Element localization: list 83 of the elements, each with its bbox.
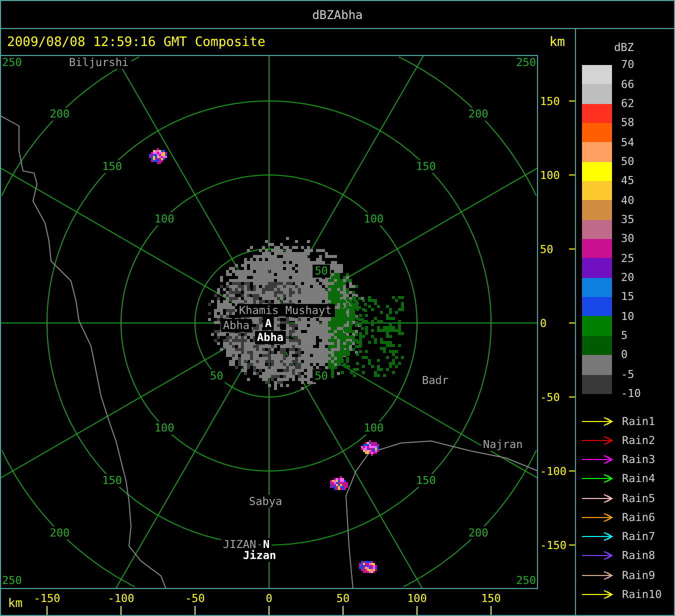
tick-mark [568, 396, 575, 398]
axis-label: 100 [540, 169, 560, 182]
tick-mark [194, 606, 196, 615]
scale-label: 70 [621, 57, 636, 74]
track-label: Rain6 [622, 510, 656, 524]
track-label: Rain3 [622, 453, 656, 466]
axis-label: 0 [266, 592, 272, 605]
storm-cell-drawing [149, 148, 167, 164]
place-label: Khamis_Mushayt [237, 304, 335, 317]
place-label: Badr [420, 374, 451, 387]
legend-title: dBZ [614, 41, 634, 55]
range-label: 50 [312, 369, 330, 382]
scale-label: 45 [621, 173, 636, 190]
scale-label: 15 [621, 289, 636, 306]
scale-label: 66 [621, 76, 636, 93]
range-label: 200 [466, 108, 490, 121]
tick-mark [568, 174, 575, 176]
unit-label: km [549, 34, 565, 50]
place-label: JIZAN [221, 538, 258, 551]
axis-label: 100 [407, 592, 427, 605]
axis-label: -100 [108, 592, 134, 605]
axis-unit: km [8, 596, 22, 610]
tick-mark [568, 100, 575, 102]
place-label: Biljurshi [67, 56, 132, 69]
tick-mark [568, 248, 575, 250]
axis-label: 0 [540, 317, 547, 330]
axis-label: 50 [336, 592, 350, 605]
tick-mark [46, 606, 48, 615]
scale-label: -5 [621, 366, 636, 383]
track-label: Rain8 [622, 549, 656, 562]
tick-mark [268, 606, 270, 615]
range-label: 250 [1, 56, 24, 69]
scale-label: 58 [621, 115, 636, 132]
tick-mark [568, 470, 575, 472]
axis-label: -150 [540, 539, 566, 552]
axis-label: 50 [540, 243, 554, 256]
axis-label: -150 [34, 592, 60, 605]
storm-cell-drawing [330, 476, 348, 490]
scale-label: 35 [621, 212, 636, 228]
place-label: Abha [221, 319, 252, 332]
axis-label: -100 [540, 465, 566, 478]
timestamp-label: 2009/08/08 12:59:16 GMT Composite [7, 34, 266, 50]
storm-cell-drawing [361, 440, 379, 456]
scale-label: 62 [621, 96, 636, 112]
axis-label: 150 [540, 95, 560, 108]
range-label: 200 [466, 526, 490, 540]
axis-label: -50 [185, 592, 205, 605]
track-label: Rain10 [622, 588, 662, 601]
storm-cell-drawing [359, 561, 377, 573]
scale-label: 54 [621, 134, 636, 151]
range-label: 50 [312, 264, 330, 278]
track-label: Rain1 [622, 414, 656, 428]
range-label: 50 [208, 369, 226, 382]
track-label: Rain7 [622, 530, 656, 544]
range-label: 250 [1, 574, 24, 587]
tick-mark [490, 606, 492, 615]
tick-mark [342, 606, 344, 615]
track-label: Rain9 [622, 568, 656, 582]
scale-label: 0 [621, 347, 629, 364]
tick-mark [568, 544, 575, 546]
track-label: Rain2 [622, 434, 656, 447]
place-label: Sabya [247, 495, 284, 508]
scale-label: 50 [621, 154, 636, 170]
window-title: dBZAbha [312, 8, 363, 22]
scale-label: 40 [621, 192, 636, 209]
scale-label: 30 [621, 231, 636, 248]
tick-mark [120, 606, 122, 615]
range-label: 200 [48, 526, 72, 540]
tick-mark [416, 606, 418, 615]
scale-label: 10 [621, 308, 636, 325]
axis-label: 150 [481, 592, 501, 605]
scale-label: 20 [621, 270, 636, 286]
site-marker: A [263, 317, 274, 330]
track-label: Rain5 [622, 492, 656, 505]
track-label: Rain4 [622, 472, 656, 486]
range-label: 200 [48, 108, 72, 121]
tick-mark [568, 322, 575, 324]
scale-label: 5 [621, 328, 629, 344]
scale-label: -10 [621, 386, 641, 402]
axis-label: -50 [540, 391, 560, 404]
place-label: Jizan [241, 549, 278, 562]
scale-label: 25 [621, 250, 636, 267]
place-label: Abha [255, 331, 286, 344]
